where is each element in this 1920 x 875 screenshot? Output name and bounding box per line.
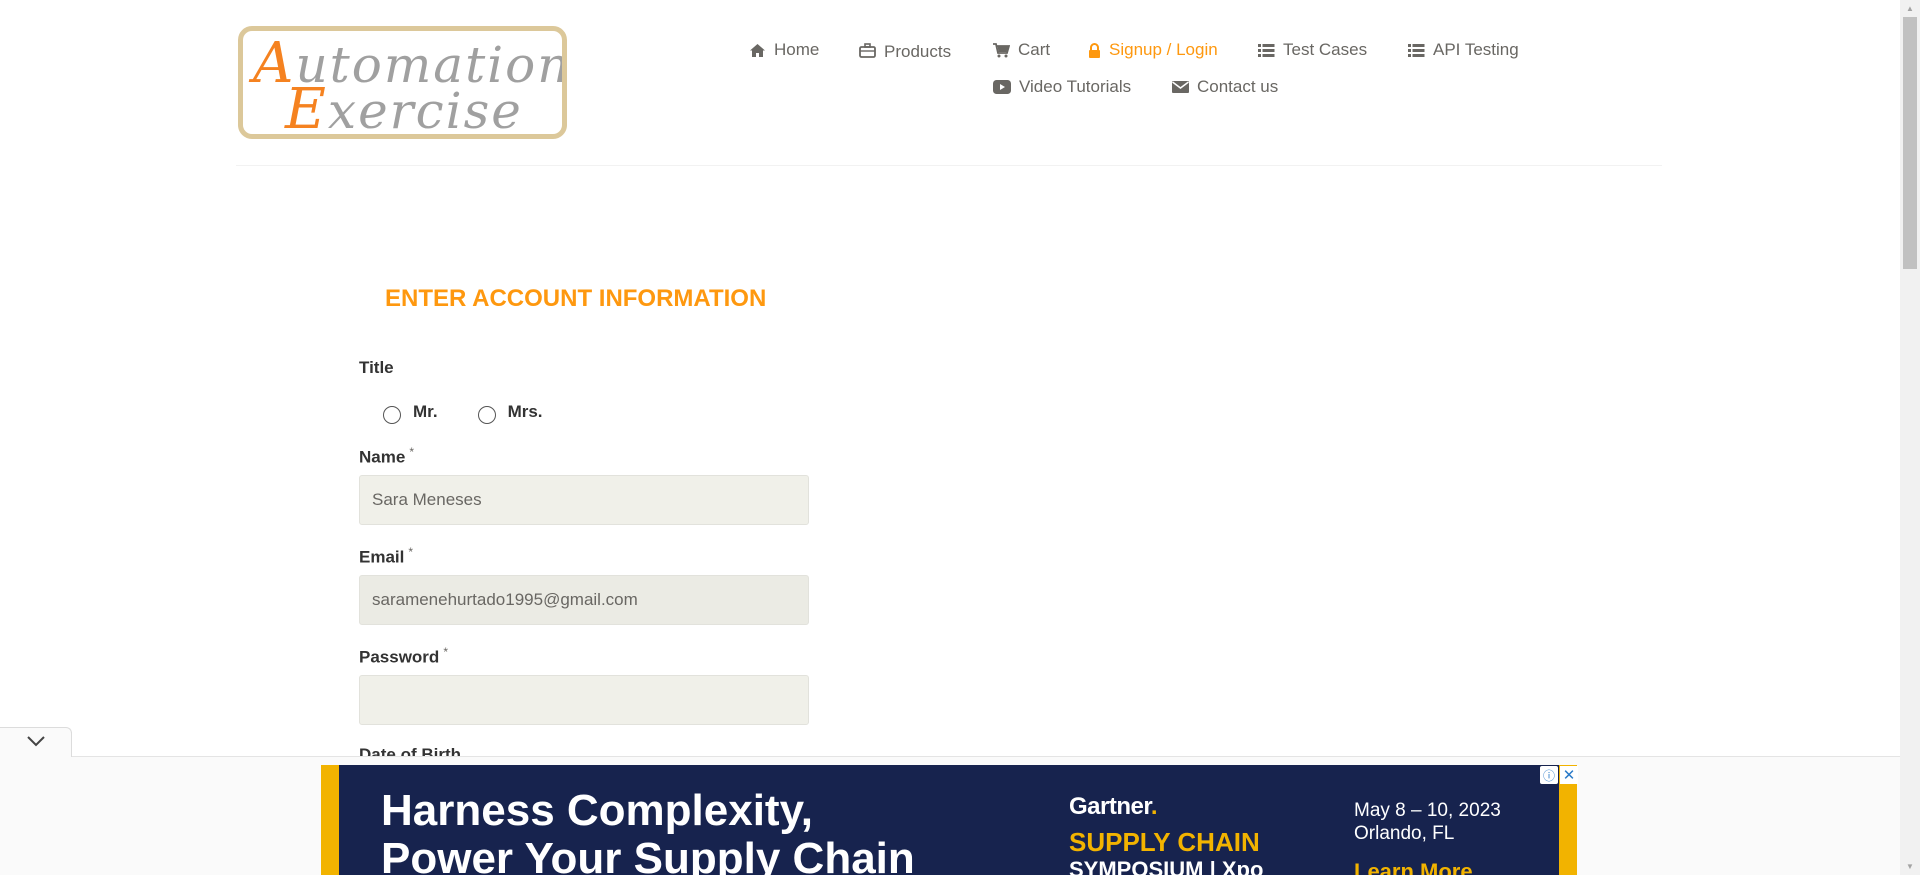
ad-collapse-toggle[interactable] [0, 727, 72, 757]
nav-cart-label: Cart [1018, 40, 1051, 59]
site-header: Automation Exercise Home Products Cart S… [0, 0, 1900, 166]
required-mark: * [443, 645, 448, 659]
list-icon [1258, 43, 1275, 58]
lock-icon [1088, 42, 1101, 58]
info-icon[interactable]: ⓘ [1540, 766, 1558, 784]
required-mark: * [409, 445, 414, 459]
cart-icon [993, 42, 1010, 58]
ad-brand-dot: . [1150, 793, 1158, 820]
logo-text-2: xercise [327, 82, 523, 139]
radio-mrs[interactable] [477, 406, 496, 424]
close-icon[interactable]: ✕ [1560, 766, 1578, 784]
main-nav: Home Products Cart Signup / Login Test C… [730, 36, 1550, 106]
ad-banner[interactable]: Harness Complexity, Power Your Supply Ch… [321, 765, 1577, 875]
youtube-play-icon [993, 80, 1011, 94]
name-label: Name * [359, 445, 414, 468]
name-input[interactable]: Sara Meneses [359, 475, 809, 525]
scroll-thumb[interactable] [1903, 17, 1917, 269]
radio-mr[interactable] [383, 406, 401, 424]
nav-home-label: Home [774, 40, 820, 59]
ad-headline-line-1: Harness Complexity, [381, 786, 814, 835]
ad-brand-name: Gartner [1069, 793, 1151, 820]
briefcase-icon [859, 42, 876, 58]
nav-contact-us-label: Contact us [1197, 77, 1279, 96]
ad-brand: Gartner. [1069, 793, 1158, 821]
password-label-text: Password [359, 647, 440, 667]
radio-mrs-label[interactable]: Mrs. [508, 402, 543, 422]
scroll-down-icon[interactable]: ▼ [1900, 858, 1920, 875]
vertical-scrollbar[interactable]: ▲ ▼ [1900, 0, 1920, 875]
nav-api-testing-label: API Testing [1433, 40, 1519, 59]
radio-mr-label[interactable]: Mr. [413, 402, 438, 422]
required-mark: * [408, 545, 414, 559]
home-icon [749, 43, 766, 58]
form-heading: ENTER ACCOUNT INFORMATION [385, 285, 767, 312]
nav-video-tutorials-label: Video Tutorials [1019, 77, 1132, 96]
ad-event-line-1: SUPPLY CHAIN [1069, 827, 1260, 857]
email-label-text: Email [359, 547, 405, 567]
header-divider [236, 165, 1662, 166]
email-input[interactable]: saramenehurtado1995@gmail.com [359, 575, 809, 625]
nav-products-label: Products [884, 42, 952, 61]
nav-test-cases-label: Test Cases [1283, 40, 1368, 59]
nav-products[interactable]: Products [859, 40, 952, 61]
password-label: Password * [359, 645, 448, 668]
email-label: Email * [359, 545, 413, 568]
nav-api-testing[interactable]: API Testing [1408, 40, 1519, 60]
ad-headline-line-2: Power Your Supply Chain [381, 834, 915, 875]
nav-contact-us[interactable]: Contact us [1172, 77, 1278, 97]
ad-date: May 8 – 10, 2023 Orlando, FL [1354, 799, 1501, 845]
nav-video-tutorials[interactable]: Video Tutorials [993, 77, 1131, 97]
ad-date-line-2: Orlando, FL [1354, 823, 1455, 844]
ad-event-line-2: SYMPOSIUM | Xpo [1069, 857, 1264, 875]
nav-cart[interactable]: Cart [993, 40, 1050, 60]
site-logo[interactable]: Automation Exercise [238, 26, 567, 139]
logo-line-2: Exercise [285, 77, 523, 139]
nav-signup-login[interactable]: Signup / Login [1088, 40, 1218, 60]
title-label: Title [359, 358, 394, 377]
ad-learn-more[interactable]: Learn More [1354, 859, 1473, 875]
ad-date-line-1: May 8 – 10, 2023 [1354, 800, 1501, 821]
nav-home[interactable]: Home [749, 40, 819, 60]
envelope-icon [1172, 80, 1189, 94]
ad-headline: Harness Complexity, Power Your Supply Ch… [381, 787, 915, 875]
logo-cap-e: E [285, 77, 328, 139]
password-input[interactable] [359, 675, 809, 725]
nav-signup-login-label: Signup / Login [1109, 40, 1218, 59]
scroll-up-icon[interactable]: ▲ [1900, 0, 1920, 17]
nav-test-cases[interactable]: Test Cases [1258, 40, 1367, 60]
name-label-text: Name [359, 447, 406, 467]
chevron-down-icon [26, 734, 46, 752]
list-icon [1408, 43, 1425, 58]
title-radio-group: Mr. Mrs. [383, 400, 543, 424]
